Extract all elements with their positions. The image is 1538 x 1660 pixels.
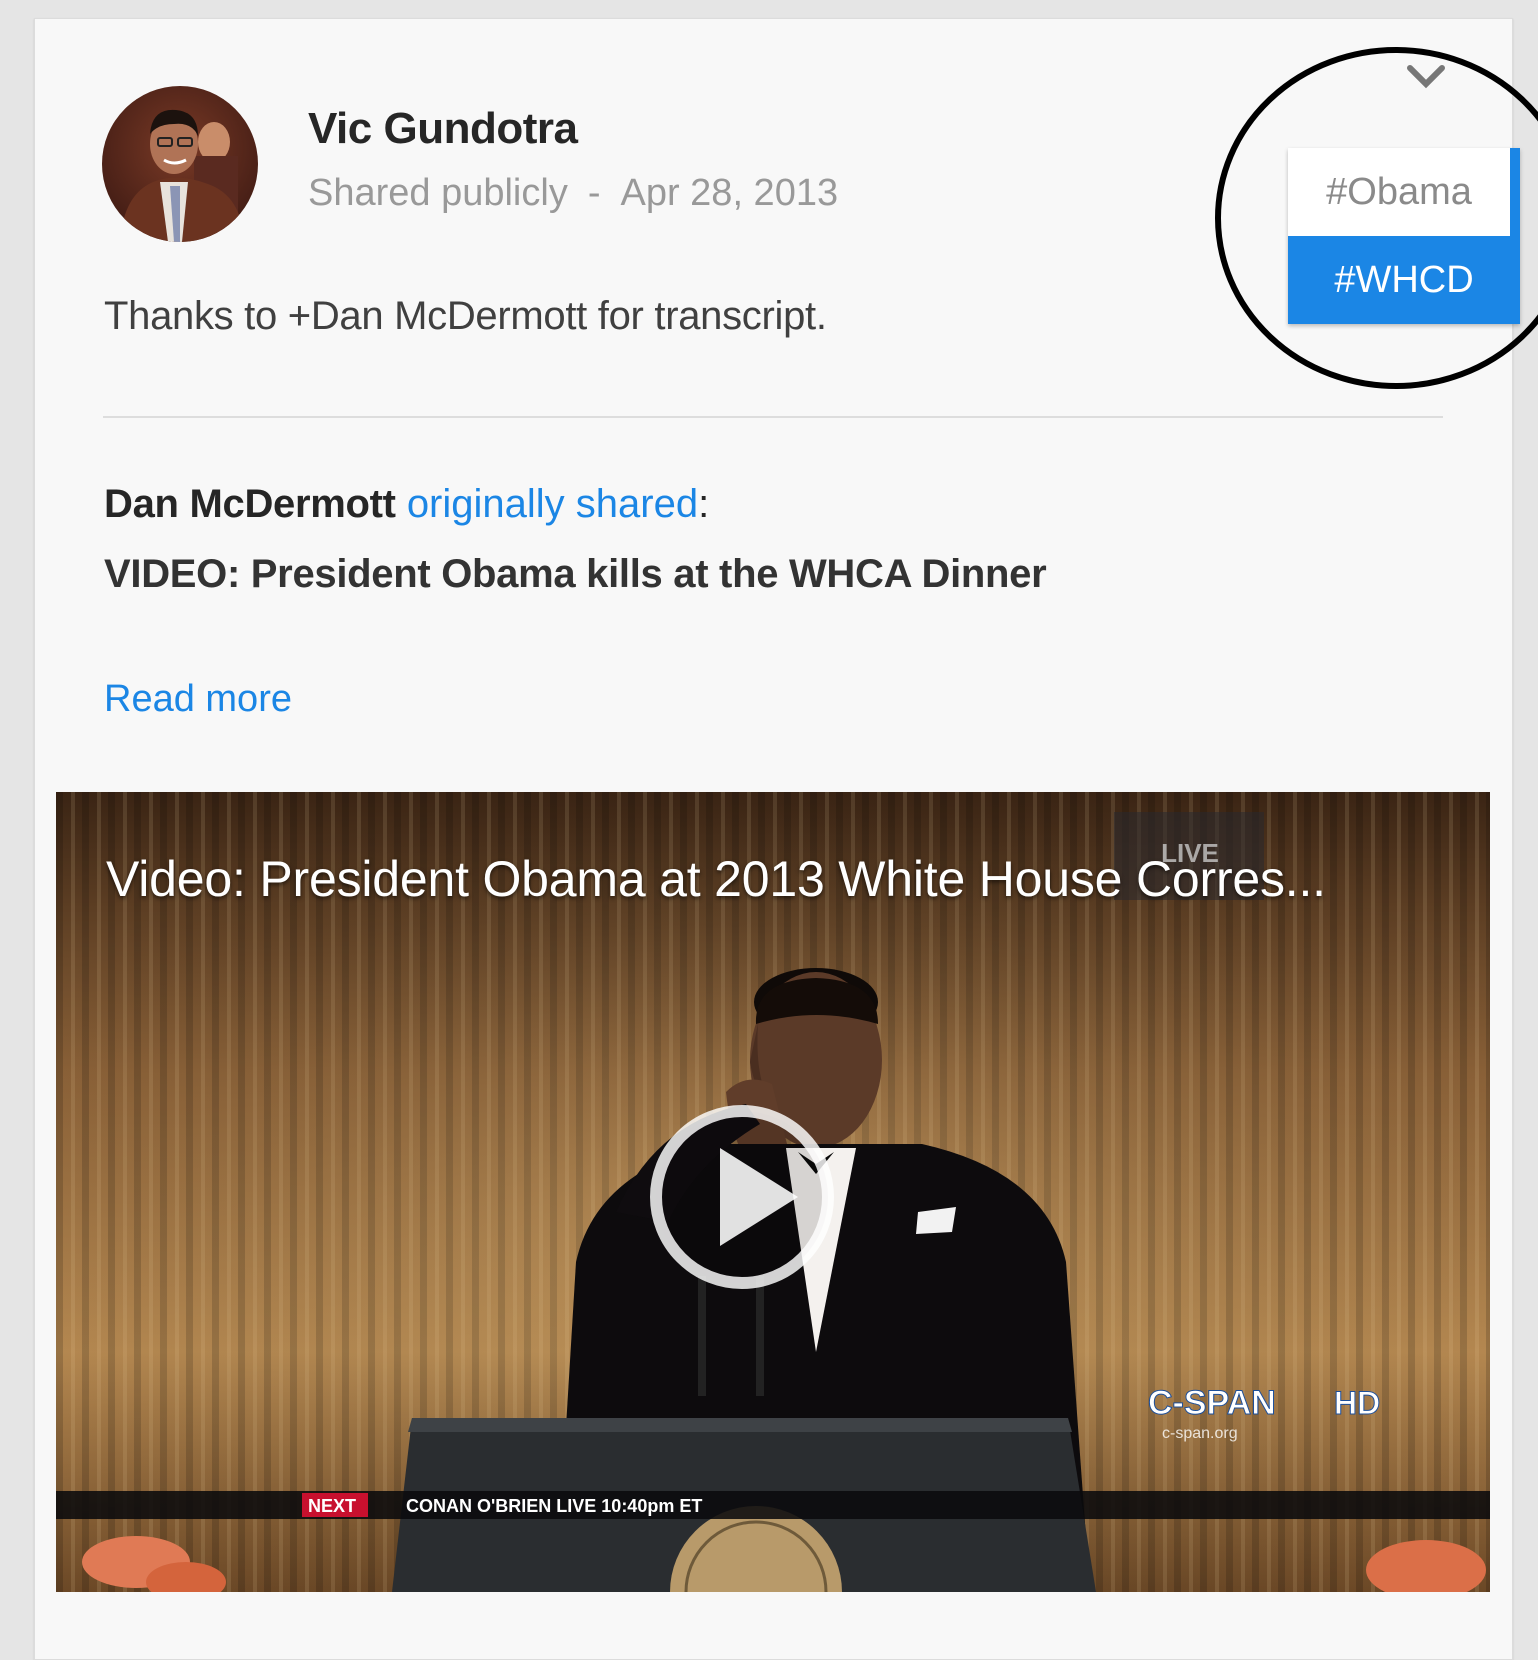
ticker-next-label: NEXT: [308, 1496, 356, 1516]
read-more-link[interactable]: Read more: [104, 678, 292, 721]
avatar[interactable]: [102, 86, 258, 242]
hashtag-menu: #Obama #WHCD: [1288, 148, 1520, 324]
reshare-attribution: Dan McDermott originally shared:: [104, 482, 709, 527]
hd-badge: HD: [1334, 1385, 1380, 1421]
post-date[interactable]: Apr 28, 2013: [620, 172, 838, 214]
chevron-down-icon[interactable]: [1404, 62, 1448, 92]
originally-shared-link[interactable]: originally shared: [407, 482, 698, 526]
visibility-label[interactable]: Shared publicly: [308, 172, 568, 214]
cspan-site: c-span.org: [1162, 1425, 1238, 1442]
meta-separator: -: [587, 172, 601, 214]
author-name[interactable]: Vic Gundotra: [308, 104, 578, 154]
play-icon[interactable]: [650, 1105, 834, 1289]
cspan-logo: C-SPAN: [1148, 1384, 1276, 1422]
divider: [103, 416, 1443, 418]
post-meta: Shared publicly - Apr 28, 2013: [308, 172, 838, 215]
reshare-headline: VIDEO: President Obama kills at the WHCA…: [104, 552, 1047, 596]
post-text: Thanks to +Dan McDermott for transcript.: [104, 294, 827, 338]
profile-photo: [102, 86, 258, 242]
ticker-text: CONAN O'BRIEN LIVE 10:40pm ET: [406, 1496, 702, 1516]
video-thumbnail[interactable]: LIVE C-SPAN c-span.org HD NEXT CONAN O'B…: [56, 792, 1490, 1592]
menu-item-whcd[interactable]: #WHCD: [1288, 236, 1520, 324]
attribution-colon: :: [698, 482, 710, 526]
video-frame: LIVE C-SPAN c-span.org HD NEXT CONAN O'B…: [56, 792, 1490, 1592]
video-title: Video: President Obama at 2013 White Hou…: [106, 851, 1326, 907]
menu-item-obama[interactable]: #Obama: [1288, 148, 1520, 236]
original-author-name[interactable]: Dan McDermott: [104, 482, 396, 526]
